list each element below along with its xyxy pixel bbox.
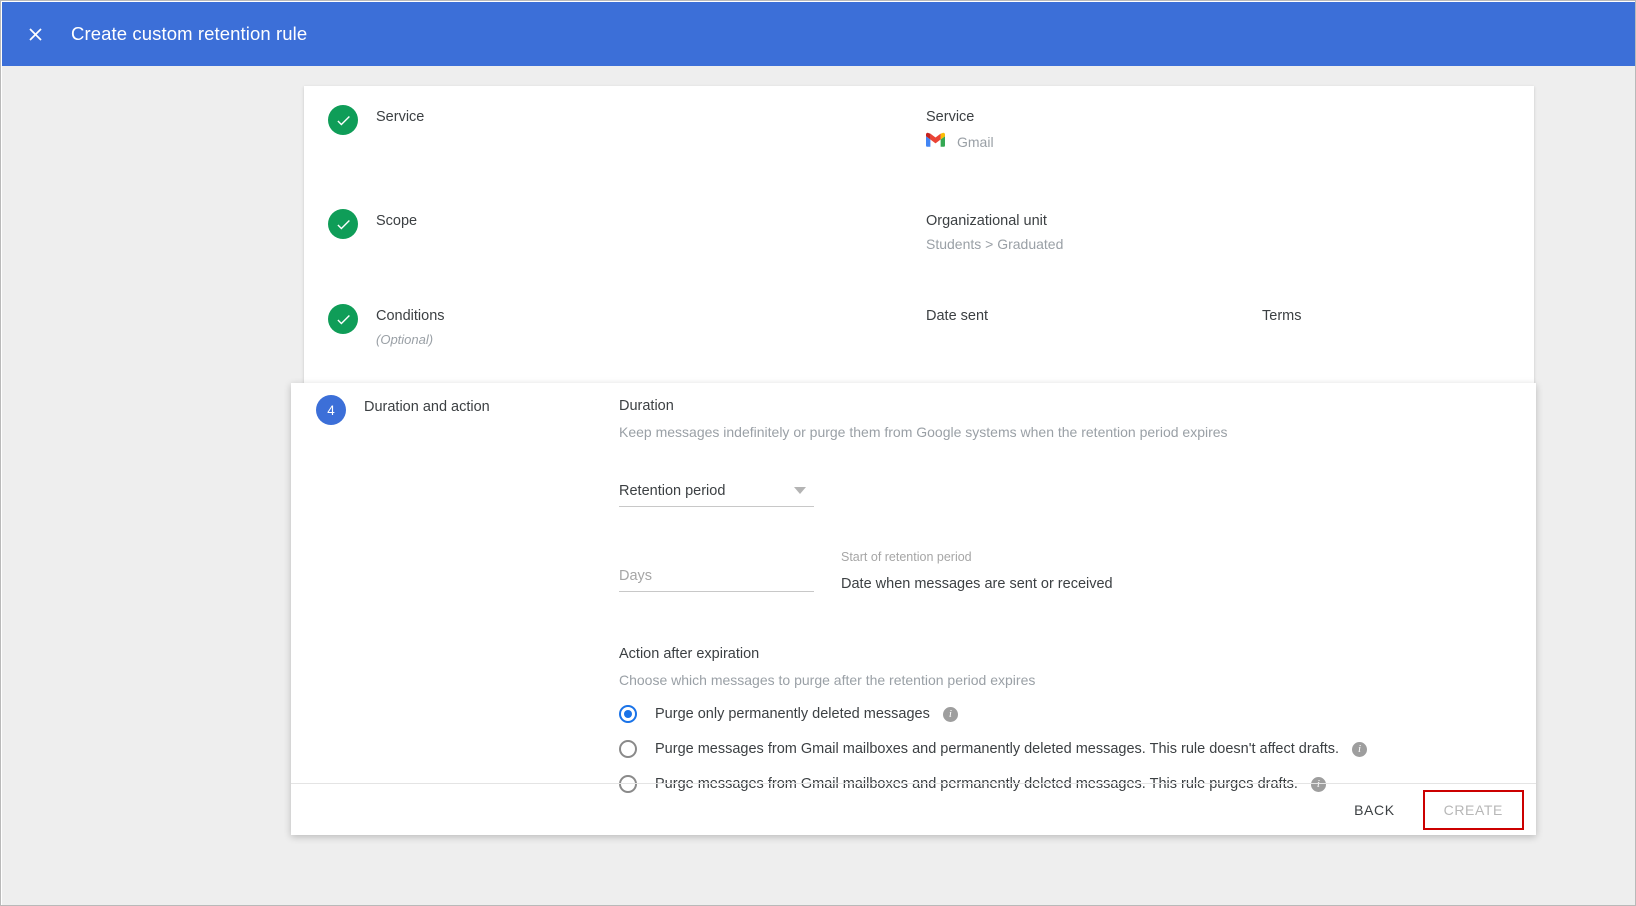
summary-step-scope[interactable]: Scope Organizational unit Students > Gra… [304, 209, 1534, 252]
summary-step-service[interactable]: Service Service Gmail [304, 105, 1534, 150]
action-title: Action after expiration [619, 646, 760, 662]
check-icon [328, 304, 358, 334]
conditions-column-terms: Terms [1262, 308, 1302, 324]
retention-period-select[interactable]: Retention period [619, 483, 814, 507]
gmail-icon [926, 132, 945, 152]
summary-step-label: Scope [376, 213, 418, 229]
info-icon[interactable]: i [942, 706, 958, 722]
scope-detail-title: Organizational unit [926, 213, 1047, 229]
app-window: Create custom retention rule Service Ser… [0, 0, 1636, 906]
info-icon[interactable]: i [1352, 741, 1368, 757]
start-of-retention-block: Start of retention period Date when mess… [841, 550, 1113, 592]
service-name: Gmail [957, 134, 994, 150]
days-input[interactable]: Days [619, 568, 814, 592]
radio-label: Purge only permanently deleted messages [655, 706, 930, 722]
chevron-down-icon [794, 487, 806, 494]
create-button[interactable]: CREATE [1426, 793, 1521, 827]
scope-detail-value: Students > Graduated [926, 236, 1064, 252]
start-of-retention-value: Date when messages are sent or received [841, 576, 1113, 592]
conditions-column-date-sent: Date sent [926, 308, 989, 324]
conditions-optional-note: (Optional) [376, 332, 434, 347]
action-after-expiration-block: Action after expiration Choose which mes… [619, 646, 1516, 793]
radio-label: Purge messages from Gmail mailboxes and … [655, 741, 1340, 757]
check-icon [328, 209, 358, 239]
duration-title: Duration [619, 398, 674, 414]
step4-footer: BACK CREATE [291, 783, 1536, 835]
close-icon[interactable] [16, 15, 54, 53]
radio-icon-selected[interactable] [619, 705, 637, 723]
step4-body: 4 Duration and action Duration Keep mess… [291, 383, 1536, 793]
radio-option-purge-permanently-deleted[interactable]: Purge only permanently deleted messages … [619, 705, 1516, 723]
step-number-badge: 4 [316, 395, 346, 425]
service-detail-title: Service [926, 109, 975, 125]
radio-option-purge-mailboxes-no-drafts[interactable]: Purge messages from Gmail mailboxes and … [619, 740, 1516, 758]
summary-step-conditions[interactable]: Conditions (Optional) Date sent Terms [304, 304, 1534, 347]
radio-icon[interactable] [619, 740, 637, 758]
create-button-highlight: CREATE [1422, 789, 1524, 830]
duration-days-row: Days Start of retention period Date when… [619, 550, 1516, 606]
step4-card: 4 Duration and action Duration Keep mess… [291, 383, 1536, 835]
duration-description: Keep messages indefinitely or purge them… [619, 424, 1228, 440]
summary-step-label: Service [376, 109, 425, 125]
action-description: Choose which messages to purge after the… [619, 672, 1036, 688]
retention-period-value: Retention period [619, 483, 726, 499]
summary-card: Service Service Gmail Scope Organization… [304, 86, 1534, 386]
step4-content: Duration Keep messages indefinitely or p… [619, 398, 1516, 793]
page-title: Create custom retention rule [71, 23, 308, 44]
step4-left-header: 4 Duration and action [316, 395, 490, 425]
check-icon [328, 105, 358, 135]
app-header-bar: Create custom retention rule [2, 2, 1635, 66]
service-detail-value-row: Gmail [926, 132, 994, 152]
back-button[interactable]: BACK [1340, 793, 1409, 827]
summary-step-label: Conditions [376, 308, 445, 324]
step4-label: Duration and action [364, 399, 490, 415]
start-of-retention-label: Start of retention period [841, 550, 972, 564]
